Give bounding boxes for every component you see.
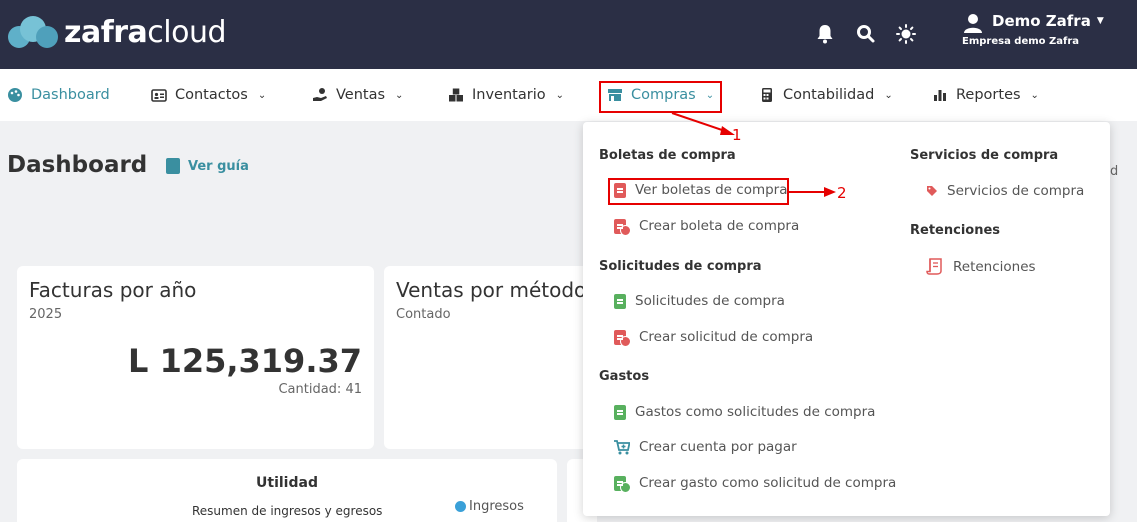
chevron-down-icon: ⌄ — [1030, 89, 1039, 101]
nav-ventas[interactable]: Ventas ⌄ — [312, 83, 403, 107]
file-plus-icon — [614, 475, 631, 493]
retenciones-heading: Retenciones — [910, 223, 1001, 238]
top-header: zafracloud Demo Zafra ▼ Empresa demo Zaf… — [0, 0, 1137, 69]
calculator-icon — [762, 88, 772, 102]
user-name: Demo Zafra — [992, 12, 1091, 30]
menu-item-label: Crear gasto como solicitud de compra — [639, 475, 897, 491]
main-nav: Dashboard Contactos ⌄ Ventas ⌄ Inventari… — [0, 69, 1137, 121]
menu-item-crear-cuenta[interactable]: Crear cuenta por pagar — [614, 439, 797, 455]
legend-ingresos[interactable]: Ingresos — [455, 499, 524, 514]
menu-item-retenciones[interactable]: Retenciones — [926, 258, 1036, 275]
utilidad-title: Utilidad — [17, 475, 557, 491]
cart-plus-icon — [614, 439, 630, 454]
menu-item-label: Servicios de compra — [947, 183, 1085, 199]
logo-text-bold: zafra — [64, 14, 148, 50]
nav-ventas-label: Ventas — [336, 87, 386, 103]
logo-text-light: cloud — [147, 14, 227, 50]
menu-item-label: Crear boleta de compra — [639, 218, 800, 234]
address-card-icon — [151, 89, 167, 102]
file-plus-icon — [614, 218, 631, 236]
menu-item-label: Crear cuenta por pagar — [639, 439, 797, 455]
annotation-label-2: 2 — [837, 184, 847, 202]
hand-holding-dollar-icon — [313, 88, 327, 101]
search-icon[interactable] — [856, 24, 876, 44]
utilidad-sub: Resumen de ingresos y egresos — [192, 504, 383, 518]
facturas-card: Facturas por año 2025 L 125,319.37 Canti… — [17, 266, 374, 449]
annotation-box-compras — [599, 81, 722, 113]
card-year: 2025 — [29, 307, 63, 322]
partial-text: d — [1110, 164, 1119, 179]
servicios-heading: Servicios de compra — [910, 148, 1059, 163]
nav-dashboard[interactable]: Dashboard — [7, 83, 110, 107]
book-icon — [166, 158, 180, 174]
card-title: Ventas por método — [396, 278, 587, 302]
facturas-count: Cantidad: 41 — [278, 382, 362, 397]
utilidad-card: Utilidad Resumen de ingresos y egresos I… — [17, 459, 557, 522]
nav-contactos[interactable]: Contactos ⌄ — [151, 83, 266, 107]
annotation-label-1: 1 — [732, 126, 742, 144]
menu-item-crear-solicitud[interactable]: Crear solicitud de compra — [614, 329, 814, 347]
user-icon — [964, 14, 982, 33]
nav-contabilidad[interactable]: Contabilidad ⌄ — [759, 83, 893, 107]
company-name: Empresa demo Zafra — [962, 36, 1080, 47]
chevron-down-icon: ⌄ — [257, 89, 267, 101]
menu-item-label: Retenciones — [953, 258, 1036, 275]
menu-item-label: Solicitudes de compra — [635, 293, 785, 309]
menu-item-label: Gastos como solicitudes de compra — [635, 404, 876, 420]
card-title: Facturas por año — [29, 278, 197, 302]
file-dollar-icon — [614, 293, 626, 309]
scroll-icon — [926, 258, 942, 275]
bell-icon[interactable] — [816, 24, 836, 44]
chevron-down-icon: ⌄ — [884, 89, 893, 101]
chevron-down-icon: ⌄ — [395, 89, 404, 101]
annotation-box-ver-boletas — [608, 178, 789, 205]
nav-reportes-label: Reportes — [956, 87, 1021, 103]
legend-label: Ingresos — [469, 499, 524, 514]
gastos-heading: Gastos — [599, 369, 650, 384]
nav-inventario-label: Inventario — [472, 87, 546, 103]
menu-item-crear-boleta[interactable]: Crear boleta de compra — [614, 218, 800, 236]
sun-theme-icon[interactable] — [896, 24, 916, 44]
nav-contabilidad-label: Contabilidad — [783, 87, 875, 103]
tag-icon — [927, 186, 937, 196]
menu-item-gastos-solicitudes[interactable]: Gastos como solicitudes de compra — [614, 404, 875, 420]
ver-guia-label: Ver guía — [188, 158, 249, 174]
chevron-down-icon: ⌄ — [555, 89, 564, 101]
menu-item-crear-gasto[interactable]: Crear gasto como solicitud de compra — [614, 475, 897, 493]
card-sub: Contado — [396, 307, 451, 322]
boletas-heading: Boletas de compra — [599, 148, 736, 163]
cloud-logo-icon — [8, 14, 60, 50]
solicitudes-heading: Solicitudes de compra — [599, 259, 762, 274]
chevron-down-icon: ▼ — [1096, 16, 1104, 26]
palette-icon — [8, 88, 22, 102]
menu-item-servicios[interactable]: Servicios de compra — [926, 183, 1084, 199]
page-title: Dashboard — [7, 152, 148, 178]
nav-contactos-label: Contactos — [175, 87, 248, 103]
nav-dashboard-label: Dashboard — [31, 87, 110, 103]
ventas-metodo-card: Ventas por método Contado — [384, 266, 594, 449]
file-dollar-icon — [614, 404, 626, 420]
user-menu[interactable]: Demo Zafra ▼ Empresa demo Zafra — [962, 12, 1104, 47]
boxes-icon — [449, 88, 463, 102]
menu-item-solicitudes[interactable]: Solicitudes de compra — [614, 293, 785, 309]
facturas-amount: L 125,319.37 — [128, 342, 362, 380]
nav-inventario[interactable]: Inventario ⌄ — [448, 83, 564, 107]
nav-reportes[interactable]: Reportes ⌄ — [932, 83, 1039, 107]
ver-guia-link[interactable]: Ver guía — [166, 158, 249, 174]
file-plus-icon — [614, 329, 631, 347]
legend-dot-icon — [455, 501, 466, 512]
utilidad-title-text: Utilidad — [256, 475, 318, 491]
bar-chart-icon — [934, 90, 946, 101]
menu-item-label: Crear solicitud de compra — [639, 329, 814, 345]
zafracloud-logo[interactable]: zafracloud — [8, 14, 227, 50]
